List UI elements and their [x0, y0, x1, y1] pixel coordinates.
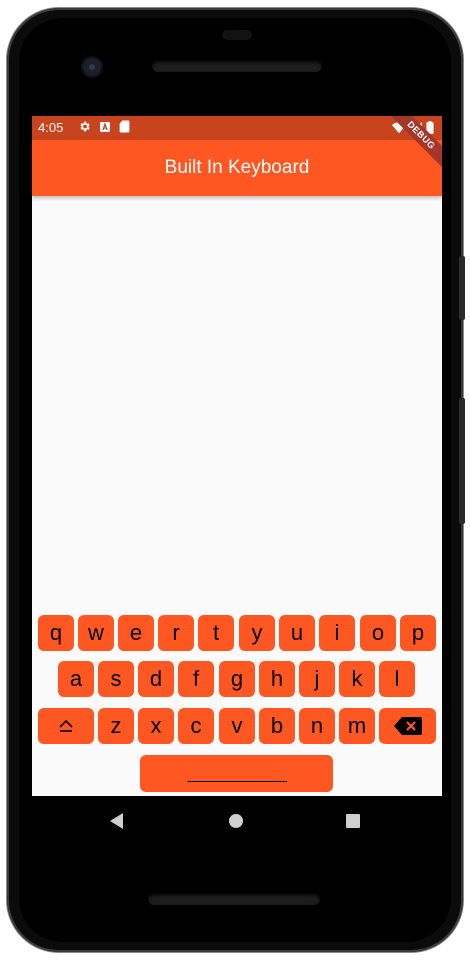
- key-e[interactable]: e: [118, 615, 154, 651]
- key-z[interactable]: z: [98, 708, 134, 744]
- status-icons: [78, 120, 130, 133]
- key-h[interactable]: h: [259, 661, 295, 697]
- bottom-speaker: [148, 893, 320, 905]
- recents-icon[interactable]: [346, 814, 360, 828]
- key-i[interactable]: i: [319, 615, 355, 651]
- sd-card-icon: [119, 120, 130, 133]
- key-o[interactable]: o: [360, 615, 396, 651]
- key-p[interactable]: p: [400, 615, 436, 651]
- key-s[interactable]: s: [98, 661, 134, 697]
- key-v[interactable]: v: [219, 708, 255, 744]
- status-bar: 4:05: [32, 116, 442, 140]
- key-y[interactable]: y: [239, 615, 275, 651]
- key-a[interactable]: a: [58, 661, 94, 697]
- app-screen: 4:05 Built In Keyboard DEBUG q w e r t y…: [32, 116, 442, 796]
- gear-icon: [80, 121, 90, 132]
- key-b[interactable]: b: [259, 708, 295, 744]
- earpiece-speaker: [152, 60, 322, 72]
- key-w[interactable]: w: [78, 615, 114, 651]
- key-t[interactable]: t: [198, 615, 234, 651]
- back-icon[interactable]: [110, 813, 123, 829]
- key-j[interactable]: j: [299, 661, 335, 697]
- key-d[interactable]: d: [138, 661, 174, 697]
- space-bar-icon: [187, 781, 287, 782]
- backspace-key[interactable]: [379, 708, 436, 744]
- front-camera: [83, 58, 101, 76]
- backspace-icon: [393, 717, 422, 735]
- shift-icon: [59, 719, 73, 732]
- key-q[interactable]: q: [38, 615, 74, 651]
- key-n[interactable]: n: [299, 708, 335, 744]
- app-title: Built In Keyboard: [164, 157, 310, 178]
- key-l[interactable]: l: [379, 661, 415, 697]
- key-u[interactable]: u: [279, 615, 315, 651]
- key-r[interactable]: r: [158, 615, 194, 651]
- key-k[interactable]: k: [339, 661, 375, 697]
- key-f[interactable]: f: [178, 661, 214, 697]
- home-icon[interactable]: [229, 814, 243, 828]
- key-c[interactable]: c: [178, 708, 214, 744]
- status-time: 4:05: [38, 120, 64, 135]
- app-bar: Built In Keyboard: [32, 140, 442, 196]
- a-badge-icon: [100, 121, 110, 132]
- space-key[interactable]: [140, 755, 333, 792]
- key-m[interactable]: m: [339, 708, 375, 744]
- volume-button: [459, 398, 465, 524]
- power-button: [459, 256, 465, 320]
- shift-key[interactable]: [38, 708, 94, 744]
- key-x[interactable]: x: [138, 708, 174, 744]
- nav-bar: [32, 796, 442, 844]
- proximity-sensor: [222, 30, 252, 40]
- key-g[interactable]: g: [219, 661, 255, 697]
